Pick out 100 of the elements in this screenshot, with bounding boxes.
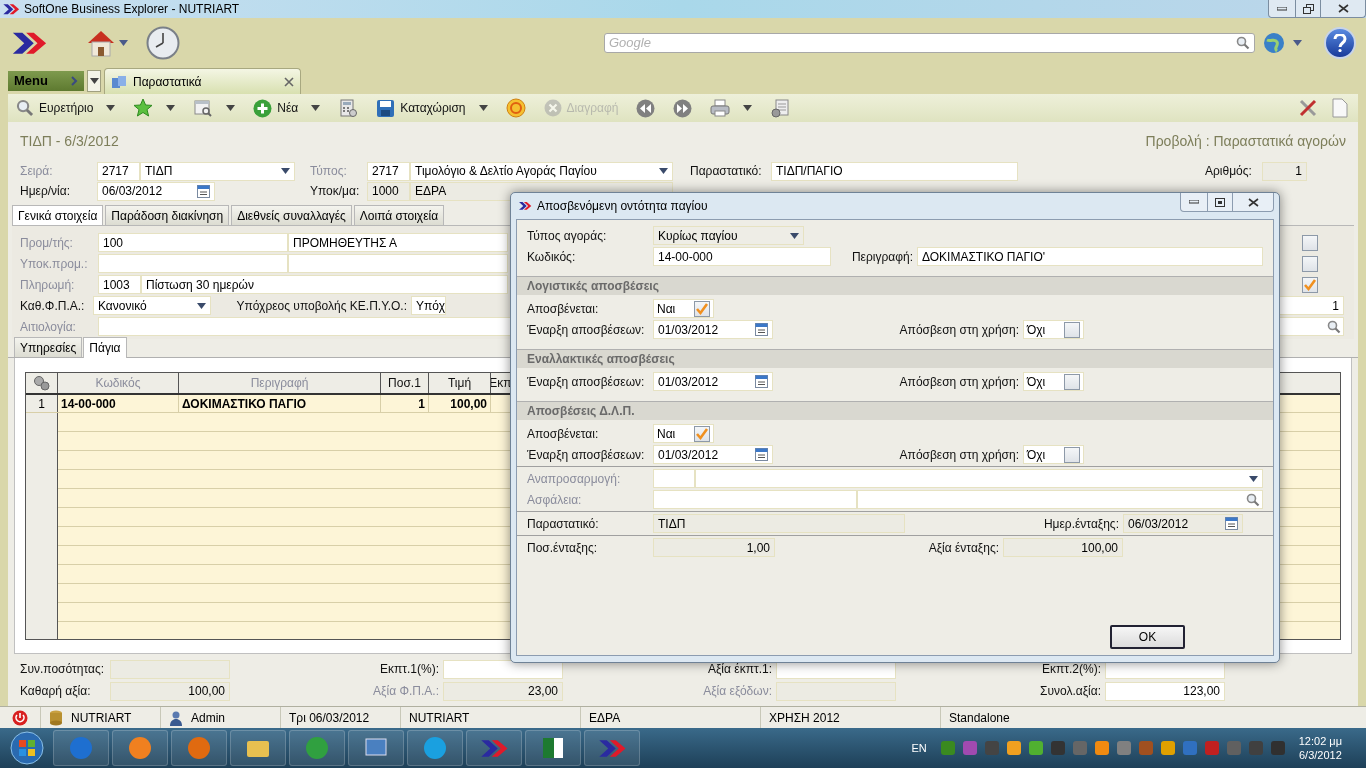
tray-app-icon[interactable] (1159, 740, 1176, 756)
clock-display[interactable]: 12:02 μμ 6/3/2012 (1298, 734, 1342, 762)
checkbox[interactable] (1064, 321, 1080, 338)
yes-no-field[interactable]: Ναι (653, 299, 714, 318)
tray-app-icon[interactable] (1181, 740, 1198, 756)
dropdown-field[interactable]: Κυρίως παγίου (653, 226, 804, 245)
document-tab[interactable]: Παραστατικά (104, 68, 301, 94)
toolbar-button[interactable]: Ευρετήριο (14, 96, 118, 120)
dropdown-field[interactable] (695, 469, 1263, 488)
field-label: Παραστατικό: (527, 515, 600, 533)
search-field[interactable] (857, 490, 1263, 509)
tab[interactable]: Παράδοση διακίνηση (105, 205, 230, 225)
checkbox[interactable] (1302, 276, 1318, 293)
tab[interactable]: Γενικά στοιχεία (12, 205, 104, 226)
yes-no-field[interactable]: Όχι (1023, 372, 1084, 391)
home-button[interactable] (86, 29, 128, 57)
toolbar-button[interactable]: Νέα (251, 96, 323, 120)
settings-icon (770, 98, 791, 118)
checkbox[interactable] (1302, 255, 1318, 272)
dropdown-field[interactable]: Κανονικό (93, 296, 211, 315)
preview-icon (193, 98, 214, 118)
form-title: ΤΙΔΠ - 6/3/2012 (20, 132, 119, 151)
close-icon (1337, 4, 1349, 13)
menu-button[interactable]: Menu (8, 71, 84, 91)
name-field[interactable] (288, 254, 508, 273)
checkbox[interactable] (694, 300, 710, 317)
tools-button[interactable] (1298, 98, 1318, 118)
date-field[interactable]: 01/03/2012 (653, 445, 773, 464)
table-cell: 14-00-000 (58, 395, 179, 412)
field-label: Αξία εξόδων: (702, 683, 773, 700)
dialog-title: Αποσβενόμενη οντότητα παγίου (537, 198, 708, 215)
input-field[interactable]: ΔΟΚΙΜΑΣΤΙΚΟ ΠΑΓΙΟ' (917, 247, 1263, 266)
close-icon (1247, 197, 1259, 207)
clock-button[interactable] (146, 26, 180, 60)
tray-app-icon[interactable] (961, 740, 978, 756)
yes-no-field[interactable]: Όχι (1023, 445, 1084, 464)
toolbar-icon-button[interactable] (708, 96, 755, 120)
input-field: 1,00 (653, 538, 775, 557)
tray-app-icon[interactable] (1115, 740, 1132, 756)
input-field[interactable]: Υπόχ (411, 296, 446, 315)
toolbar-button[interactable]: Καταχώριση (374, 96, 490, 120)
tray-app-icon[interactable] (1027, 740, 1044, 756)
maximize-button[interactable] (1207, 193, 1233, 211)
close-icon[interactable] (284, 76, 294, 87)
ok-button[interactable]: OK (1110, 625, 1185, 649)
table-cell: 100,00 (429, 395, 491, 412)
tab[interactable]: Υπηρεσίες (14, 337, 83, 357)
caret-icon (1293, 40, 1302, 46)
tab[interactable]: Διεθνείς συναλλαγές (231, 205, 352, 225)
code-field[interactable] (653, 469, 695, 488)
code-field[interactable]: 2717 (97, 161, 140, 181)
code-field[interactable]: 1003 (98, 275, 141, 294)
taskbar-button[interactable] (348, 730, 404, 766)
minimize-icon (1189, 200, 1199, 204)
date-field[interactable]: 01/03/2012 (653, 372, 773, 391)
input-field[interactable]: 123,00 (1105, 681, 1225, 701)
input-field[interactable]: ΤΙΔΠ/ΠΑΓΙΟ (771, 161, 1018, 181)
toolbar-icon-button[interactable] (503, 96, 528, 120)
tray-app-icon[interactable] (1269, 740, 1286, 756)
maximize-icon (1215, 197, 1225, 207)
input-field[interactable] (443, 659, 563, 679)
date-field[interactable]: 01/03/2012 (653, 320, 773, 339)
document-button[interactable] (1332, 98, 1348, 118)
column-header[interactable]: Ποσ.1 (381, 373, 429, 393)
code-field[interactable]: 100 (98, 233, 288, 252)
caret-icon (478, 105, 488, 111)
tabs-dropdown-button[interactable] (87, 70, 101, 92)
yes-no-field[interactable]: Όχι (1023, 320, 1084, 339)
dropdown-field[interactable]: ΤΙΔΠ (140, 161, 295, 181)
help-button[interactable] (1324, 27, 1356, 59)
dropdown-field[interactable]: Τιμολόγιο & Δελτίο Αγοράς Παγίου (410, 161, 673, 181)
taskbar-button[interactable] (525, 730, 581, 766)
tab[interactable]: Λοιπά στοιχεία (353, 205, 445, 225)
checkbox[interactable] (1302, 234, 1318, 251)
input-field[interactable]: 14-00-000 (653, 247, 831, 266)
restore-button[interactable] (1295, 0, 1321, 17)
field-label: Τύπος: (310, 163, 348, 180)
globe-button[interactable] (1263, 32, 1302, 54)
taskbar-button[interactable] (230, 730, 286, 766)
tray-app-icon[interactable] (1005, 740, 1022, 756)
taskbar-button[interactable] (466, 730, 522, 766)
column-header[interactable]: Τιμή (429, 373, 491, 393)
date-field[interactable]: 06/03/2012 (97, 181, 215, 201)
tray-app-icon[interactable] (1049, 740, 1066, 756)
language-indicator[interactable]: EN (911, 739, 927, 757)
taskbar-button[interactable] (584, 730, 640, 766)
checkbox[interactable] (1064, 373, 1080, 390)
code-field[interactable] (98, 254, 288, 273)
name-field[interactable]: Πίστωση 30 ημερών (141, 275, 508, 294)
name-field[interactable]: ΠΡΟΜΗΘΕΥΤΗΣ Α (288, 233, 508, 252)
checkbox[interactable] (1064, 446, 1080, 463)
tab[interactable]: Πάγια (83, 337, 127, 358)
tray-app-icon[interactable] (1093, 740, 1110, 756)
yes-no-field[interactable]: Ναι (653, 424, 714, 443)
tray-app-icon[interactable] (939, 740, 956, 756)
plus-icon (253, 98, 273, 118)
code-field[interactable]: 2717 (367, 161, 410, 181)
checkbox[interactable] (694, 425, 710, 442)
toolbar-icon-button[interactable] (131, 96, 178, 120)
code-field[interactable] (653, 490, 857, 509)
